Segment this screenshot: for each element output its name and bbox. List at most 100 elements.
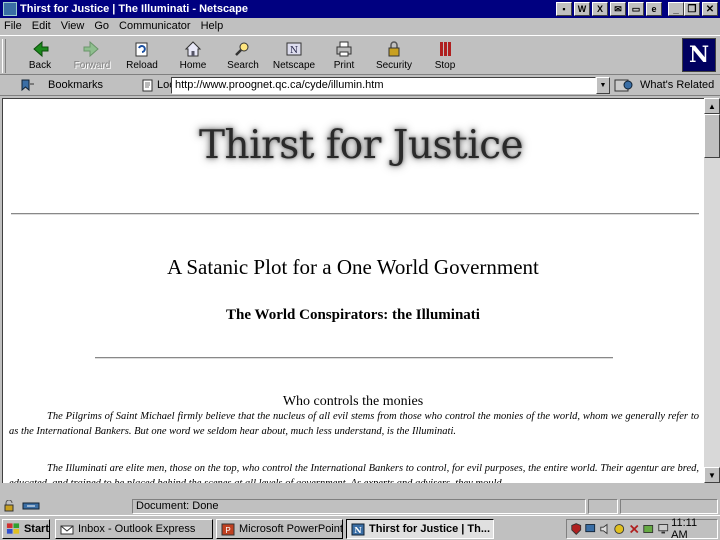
menu-view[interactable]: View: [61, 20, 85, 32]
minimize-button[interactable]: _: [668, 2, 684, 16]
restore-button[interactable]: ❐: [684, 2, 700, 16]
toolbar-grip[interactable]: [2, 39, 6, 73]
connection-status-icon: [22, 502, 40, 510]
task-label: Thirst for Justice | Th...: [369, 523, 491, 535]
status-text: Document: Done: [132, 499, 586, 514]
task-netscape[interactable]: N Thirst for Justice | Th...: [346, 519, 494, 539]
paragraph: The Illuminati are elite men, those on t…: [9, 463, 699, 483]
component-bar: [620, 499, 718, 514]
page-subheading: The World Conspirators: the Illuminati: [226, 307, 480, 323]
print-button[interactable]: Print: [320, 38, 368, 74]
netscape-logo[interactable]: N: [682, 38, 716, 72]
back-button[interactable]: Back: [16, 38, 64, 74]
reload-label: Reload: [126, 60, 158, 71]
page-content[interactable]: Thirst for Justice A Satanic Plot for a …: [2, 98, 704, 483]
scroll-down-button[interactable]: ▼: [704, 467, 720, 483]
security-status-icon[interactable]: [3, 500, 17, 512]
back-label: Back: [28, 60, 52, 71]
forward-arrow-icon: [83, 40, 99, 58]
search-label: Search: [227, 60, 259, 71]
vertical-scrollbar[interactable]: ▲ ▼: [704, 98, 720, 483]
shield-icon[interactable]: [570, 522, 582, 536]
security-label: Security: [375, 60, 413, 71]
printer-icon: [336, 41, 352, 57]
volume-icon[interactable]: [599, 522, 611, 536]
window-title: Thirst for Justice | The Illuminati - Ne…: [20, 3, 249, 15]
home-label: Home: [179, 60, 207, 71]
bookmarks-icon[interactable]: [20, 78, 36, 92]
app-icon[interactable]: ▪: [556, 2, 572, 16]
reload-icon: [135, 42, 148, 57]
divider: [11, 213, 699, 215]
excel-icon[interactable]: X: [592, 2, 608, 16]
window-icon[interactable]: ▭: [628, 2, 644, 16]
section-title: Who controls the monies: [282, 394, 424, 409]
netscape-task-icon: N: [351, 523, 365, 535]
scheduler-icon[interactable]: [628, 522, 640, 536]
home-icon: [184, 41, 202, 57]
windows-logo-icon: [6, 523, 20, 534]
close-button[interactable]: ✕: [702, 2, 718, 16]
menu-bar: File Edit View Go Communicator Help: [0, 18, 720, 34]
stop-button[interactable]: Stop: [421, 38, 469, 74]
svg-text:N: N: [354, 525, 361, 535]
quick-launch-icons: ▪ W X ✉ ▭ e: [556, 2, 662, 16]
site-banner: Thirst for Justice: [199, 123, 524, 168]
word-icon[interactable]: W: [574, 2, 590, 16]
search-button[interactable]: Search: [219, 38, 267, 74]
start-label: Start: [23, 523, 49, 535]
tray-monitor-icon[interactable]: [657, 522, 669, 536]
bookmarks-button[interactable]: Bookmarks: [48, 79, 103, 91]
inbox-icon: [60, 525, 74, 534]
window-controls: _ ❐ ✕: [668, 2, 718, 16]
scroll-thumb[interactable]: [704, 114, 720, 158]
navigation-toolbar: Back Forward Reload Home Search N Netsca…: [0, 35, 720, 75]
task-label: Microsoft PowerPoint - [C...: [239, 523, 343, 535]
paragraph: The Pilgrims of Saint Michael firmly bel…: [9, 411, 699, 437]
print-label: Print: [333, 60, 355, 71]
menu-help[interactable]: Help: [201, 20, 224, 32]
netscape-window-icon[interactable]: [3, 2, 17, 16]
page-heading: A Satanic Plot for a One World Governmen…: [167, 255, 539, 279]
system-tray: 11:11 AM: [566, 517, 718, 540]
forward-button[interactable]: Forward: [68, 38, 116, 74]
outlook-icon[interactable]: ✉: [610, 2, 626, 16]
powerpoint-icon: P: [221, 523, 235, 535]
menu-communicator[interactable]: Communicator: [119, 20, 191, 32]
stop-icon: [440, 42, 451, 56]
window-titlebar[interactable]: Thirst for Justice | The Illuminati - Ne…: [0, 0, 720, 18]
page-proxy-icon[interactable]: [142, 79, 154, 92]
svg-text:N: N: [290, 46, 298, 56]
stop-label: Stop: [434, 60, 456, 71]
task-outlook-express[interactable]: Inbox - Outlook Express: [55, 519, 213, 539]
menu-edit[interactable]: Edit: [32, 20, 51, 32]
home-button[interactable]: Home: [169, 38, 217, 74]
scroll-up-button[interactable]: ▲: [704, 98, 720, 114]
task-powerpoint[interactable]: P Microsoft PowerPoint - [C...: [216, 519, 343, 539]
location-toolbar: Bookmarks Location: http://www.proognet.…: [0, 76, 720, 96]
tray-app-icon[interactable]: [642, 522, 654, 536]
menu-file[interactable]: File: [4, 20, 22, 32]
taskbar: Start Inbox - Outlook Express P Microsof…: [0, 515, 720, 540]
netscape-icon: N: [286, 42, 302, 56]
task-label: Inbox - Outlook Express: [78, 523, 196, 535]
netscape-button[interactable]: N Netscape: [270, 38, 318, 74]
whats-related-icon[interactable]: [614, 78, 634, 93]
reload-button[interactable]: Reload: [118, 38, 166, 74]
clock[interactable]: 11:11 AM: [671, 517, 711, 540]
url-input[interactable]: http://www.proognet.qc.ca/cyde/illumin.h…: [171, 77, 596, 94]
start-button[interactable]: Start: [2, 519, 50, 539]
whats-related-button[interactable]: What's Related: [640, 79, 714, 91]
menu-go[interactable]: Go: [94, 20, 109, 32]
svg-text:P: P: [225, 526, 230, 535]
network-icon[interactable]: [584, 522, 596, 536]
back-arrow-icon: [33, 40, 49, 58]
search-icon: [235, 42, 249, 56]
security-button[interactable]: Security: [370, 38, 418, 74]
url-dropdown-button[interactable]: ▼: [596, 77, 610, 94]
forward-label: Forward: [73, 60, 111, 71]
ie-icon[interactable]: e: [646, 2, 662, 16]
divider: [95, 357, 613, 359]
antivirus-icon[interactable]: [613, 522, 625, 536]
lock-icon: [388, 41, 400, 57]
